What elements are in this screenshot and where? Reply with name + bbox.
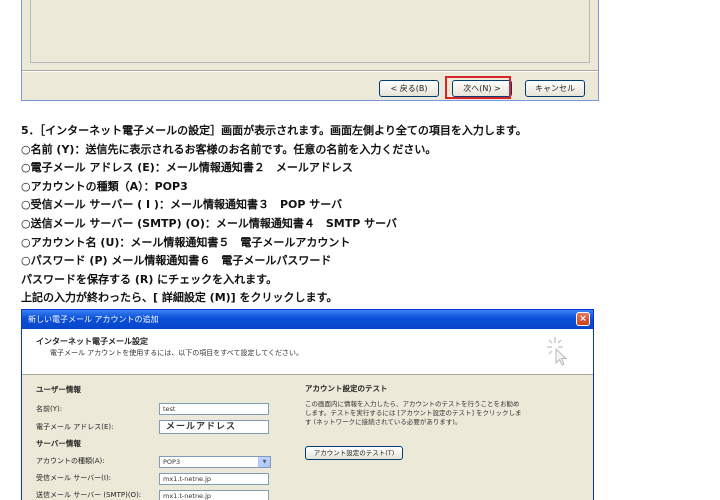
close-icon[interactable]: × [576, 312, 590, 326]
instruction-advanced-settings: 上記の入力が終わったら、[ 詳細設定 (M)] をクリックします。 [21, 291, 338, 305]
instruction-account-type: ○アカウントの種類（A）：POP3 [21, 179, 188, 193]
instruction-password: ○パスワード (P) メール情報通知書６ 電子メールパスワード [21, 254, 332, 268]
name-input[interactable]: test [159, 403, 269, 415]
name-label: 名前(Y): [36, 405, 63, 413]
instruction-save-password: パスワードを保存する (R) にチェックを入れます。 [21, 272, 278, 286]
account-test-description: この画面内に情報を入力したら、アカウントのテストを行うことをお勧めします。テスト… [305, 400, 522, 426]
test-account-settings-button[interactable]: アカウント設定のテスト(T) [305, 446, 403, 460]
instruction-incoming-server: ○受信メール サーバー ( I )：メール情報通知書３ POP サーバ [21, 198, 343, 212]
dialog-titlebar: 新しい電子メール アカウントの追加 × [22, 310, 593, 329]
cancel-button[interactable]: キャンセル [525, 80, 585, 97]
header-title: インターネット電子メール設定 [36, 337, 148, 346]
email-label: 電子メール アドレス(E): [36, 423, 114, 431]
dialog-title: 新しい電子メール アカウントの追加 [28, 315, 159, 324]
back-button[interactable]: < 戻る(B) [379, 80, 439, 97]
instruction-text: 5．［インターネット電子メールの設定］画面が表示されます。画面左側より全ての項目… [21, 122, 711, 308]
previous-dialog-screenshot: < 戻る(B) 次へ(N) > キャンセル [21, 0, 599, 101]
user-info-heading: ユーザー情報 [36, 385, 81, 394]
next-button-highlight [445, 76, 511, 99]
button-separator [22, 70, 598, 72]
instruction-step-5: 5．［インターネット電子メールの設定］画面が表示されます。画面左側より全ての項目… [21, 124, 527, 137]
instruction-account-name: ○アカウント名 (U)：メール情報通知書５ 電子メールアカウント [21, 235, 351, 249]
outgoing-server-label: 送信メール サーバー (SMTP)(O): [36, 491, 142, 499]
account-type-value: POP3 [163, 458, 181, 466]
instruction-name: ○名前 (Y)：送信先に表示されるお客様のお名前です。任意の名前を入力ください。 [21, 142, 437, 156]
instruction-outgoing-server: ○送信メール サーバー (SMTP) (O)：メール情報通知書４ SMTP サー… [21, 216, 398, 230]
dialog-header: インターネット電子メール設定 電子メール アカウントを使用するには、以下の項目を… [22, 329, 593, 375]
instruction-email: ○電子メール アドレス (E)：メール情報通知書２ メールアドレス [21, 161, 353, 175]
previous-dialog-content [30, 0, 590, 63]
outgoing-server-input[interactable]: mx1.t-netne.jp [159, 490, 269, 500]
server-info-heading: サーバー情報 [36, 439, 81, 448]
email-input[interactable]: メールアドレス [159, 420, 269, 434]
incoming-server-input[interactable]: mx1.t-netne.jp [159, 473, 269, 485]
header-subtitle: 電子メール アカウントを使用するには、以下の項目をすべて設定してください。 [50, 349, 304, 357]
account-type-label: アカウントの種類(A): [36, 457, 105, 465]
chevron-down-icon[interactable]: ▼ [258, 457, 270, 467]
account-test-heading: アカウント設定のテスト [305, 384, 388, 393]
account-type-select[interactable]: POP3 ▼ [159, 456, 271, 468]
email-account-dialog: 新しい電子メール アカウントの追加 × インターネット電子メール設定 電子メール… [21, 309, 594, 500]
incoming-server-label: 受信メール サーバー(I): [36, 474, 112, 482]
sparkle-cursor-icon [547, 337, 568, 366]
